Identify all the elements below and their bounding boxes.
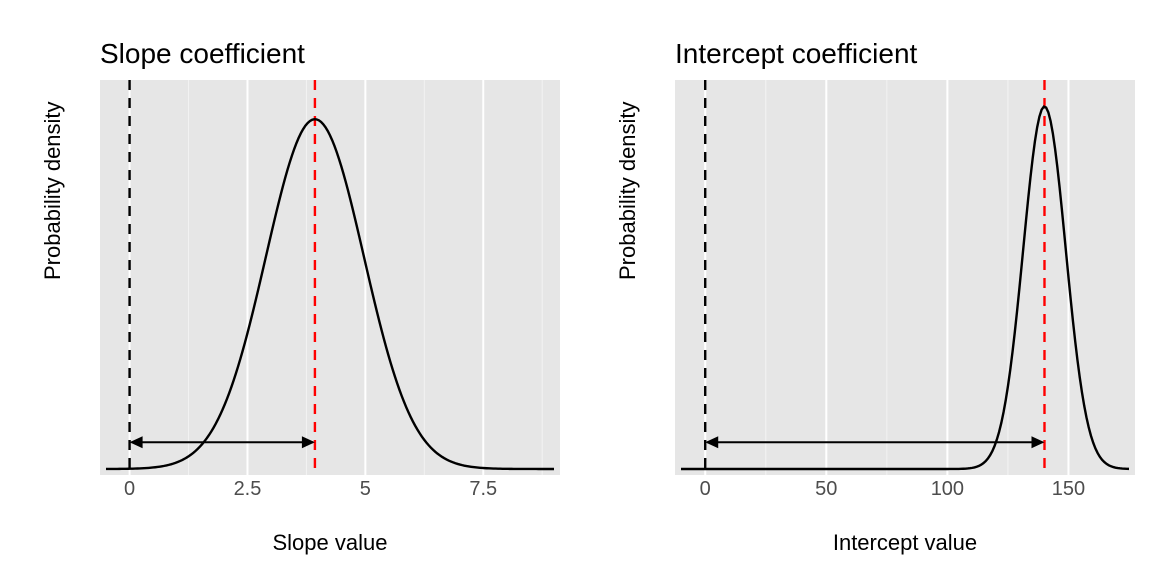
grid xyxy=(705,80,1068,475)
panel-title: Slope coefficient xyxy=(100,38,305,70)
x-tick-label: 150 xyxy=(1052,478,1085,501)
figure: Slope coefficient Probability density 0 2… xyxy=(0,0,1152,576)
x-tick-label: 100 xyxy=(931,478,964,501)
panel-slope: Slope coefficient Probability density 0 2… xyxy=(10,0,570,576)
plot-svg xyxy=(100,80,560,475)
tvalue-arrow xyxy=(130,436,315,448)
x-tick-label: 50 xyxy=(815,478,837,501)
panel-title: Intercept coefficient xyxy=(675,38,917,70)
x-tick-label: 0 xyxy=(124,478,135,501)
panel-intercept: Intercept coefficient Probability densit… xyxy=(585,0,1145,576)
grid xyxy=(130,80,543,475)
y-axis-label: Probability density xyxy=(615,101,641,280)
density-curve xyxy=(681,107,1129,469)
density-curve xyxy=(106,119,554,469)
plot-svg xyxy=(675,80,1135,475)
x-tick-label: 0 xyxy=(700,478,711,501)
plot-area xyxy=(100,80,560,475)
x-tick-label: 5 xyxy=(360,478,371,501)
y-axis-label: Probability density xyxy=(40,101,66,280)
x-tick-label: 2.5 xyxy=(234,478,262,501)
x-tick-label: 7.5 xyxy=(469,478,497,501)
x-axis-label: Intercept value xyxy=(675,530,1135,556)
x-axis-label: Slope value xyxy=(100,530,560,556)
plot-area xyxy=(675,80,1135,475)
